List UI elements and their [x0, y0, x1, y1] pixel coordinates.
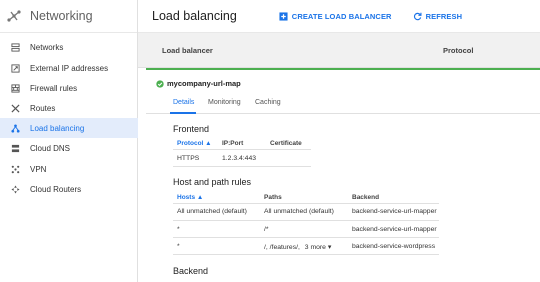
load-balancer-name[interactable]: mycompany-url-map: [156, 79, 241, 88]
column-header-load-balancer[interactable]: Load balancer: [162, 46, 213, 55]
sidebar-header: Networking: [0, 0, 137, 33]
routes-icon: [0, 103, 30, 113]
refresh-button[interactable]: REFRESH: [413, 12, 463, 21]
sidebar: Networking Networks External IP addresse…: [0, 0, 138, 282]
load-balancer-table-header: Load balancer Protocol: [138, 33, 540, 68]
column-header-protocol[interactable]: Protocol: [443, 46, 473, 55]
page-title: Load balancing: [152, 9, 237, 23]
add-box-icon: [279, 11, 288, 21]
host-path-column-backend: Backend: [352, 194, 380, 201]
host-path-column-hosts[interactable]: Hosts ▲: [177, 194, 203, 201]
host-path-header-divider: [173, 203, 439, 204]
frontend-header-divider: [173, 149, 311, 150]
frontend-heading: Frontend: [173, 124, 210, 134]
sidebar-item-label: External IP addresses: [30, 63, 109, 73]
networking-logo-icon: [7, 10, 21, 22]
backend-heading: Backend: [173, 266, 209, 276]
sidebar-item-label: Routes: [30, 103, 56, 113]
host-path-column-paths: Paths: [264, 194, 282, 201]
create-load-balancer-label: CREATE LOAD BALANCER: [291, 11, 392, 21]
active-tab-indicator: [170, 112, 196, 114]
firewall-icon: [0, 83, 30, 93]
frontend-row-divider: [173, 166, 311, 167]
sidebar-item-external-ip[interactable]: External IP addresses: [0, 58, 138, 78]
host-path-row-1-hosts: All unmatched (default): [177, 208, 247, 215]
host-path-row-3-hosts: *: [177, 243, 180, 250]
load-balancer-detail-panel: mycompany-url-map Details Monitoring Cac…: [146, 68, 540, 282]
vpn-icon: [0, 165, 30, 174]
dns-icon: [0, 144, 30, 153]
top-bar: Load balancing CREATE LOAD BALANCER REFR…: [138, 0, 540, 33]
refresh-icon: [413, 12, 422, 20]
load-balancer-name-label: mycompany-url-map: [167, 79, 241, 88]
detail-tabs: Details Monitoring Caching: [146, 94, 540, 114]
sidebar-item-routes[interactable]: Routes: [0, 98, 138, 118]
sidebar-item-label: Load balancing: [30, 123, 85, 133]
external-ip-icon: [0, 63, 30, 73]
sidebar-title: Networking: [30, 9, 93, 23]
host-path-row-1-backend[interactable]: backend-service-url-mapper: [352, 208, 437, 215]
show-more-paths-button[interactable]: 3 more ▾: [305, 244, 331, 251]
frontend-column-certificate: Certificate: [270, 140, 302, 147]
host-path-rules-heading: Host and path rules: [173, 177, 252, 187]
frontend-column-protocol-label: Protocol: [177, 140, 204, 147]
host-path-row-2-paths: /*: [264, 226, 269, 233]
sidebar-item-label: Cloud DNS: [30, 143, 71, 153]
tab-caching[interactable]: Caching: [255, 99, 281, 106]
host-path-column-hosts-label: Hosts: [177, 194, 196, 201]
frontend-ipport-value: 1.2.3.4:443: [222, 155, 257, 162]
host-path-row-2-backend[interactable]: backend-service-url-mapper: [352, 226, 437, 233]
tab-details[interactable]: Details: [173, 99, 194, 106]
create-load-balancer-button[interactable]: CREATE LOAD BALANCER: [279, 12, 392, 21]
dropdown-arrow-icon: ▾: [327, 244, 332, 251]
host-path-row-3-paths-label: /, /features/,: [264, 244, 300, 251]
host-path-row-divider: [173, 220, 439, 221]
frontend-protocol-value: HTTPS: [177, 155, 200, 162]
host-path-row-1-paths: All unmatched (default): [264, 208, 334, 215]
networks-icon: [0, 42, 30, 52]
load-balancing-icon: [0, 123, 30, 133]
sidebar-item-label: Cloud Routers: [30, 184, 82, 194]
sidebar-item-cloud-dns[interactable]: Cloud DNS: [0, 138, 138, 158]
frontend-column-ipport: IP:Port: [222, 140, 244, 147]
sidebar-item-label: Networks: [30, 42, 64, 52]
host-path-row-3-backend[interactable]: backend-service-wordpress: [352, 243, 435, 250]
host-path-row-divider: [173, 237, 439, 238]
show-more-paths-label: 3 more: [304, 244, 326, 251]
sidebar-item-cloud-routers[interactable]: Cloud Routers: [0, 179, 138, 199]
sidebar-item-networks[interactable]: Networks: [0, 37, 138, 57]
sidebar-item-label: VPN: [30, 164, 47, 174]
check-circle-icon: [156, 79, 164, 88]
cloud-routers-icon: [0, 184, 30, 194]
host-path-row-3-paths: /, /features/, 3 more ▾: [264, 243, 331, 251]
refresh-label: REFRESH: [425, 11, 463, 21]
sidebar-item-vpn[interactable]: VPN: [0, 159, 138, 179]
sidebar-item-firewall[interactable]: Firewall rules: [0, 78, 138, 98]
host-path-row-2-hosts: *: [177, 226, 180, 233]
frontend-column-protocol[interactable]: Protocol ▲: [177, 140, 212, 147]
host-path-row-divider: [173, 254, 439, 255]
sidebar-item-label: Firewall rules: [30, 83, 78, 93]
tab-monitoring[interactable]: Monitoring: [208, 99, 241, 106]
sidebar-item-load-balancing[interactable]: Load balancing: [0, 118, 138, 138]
